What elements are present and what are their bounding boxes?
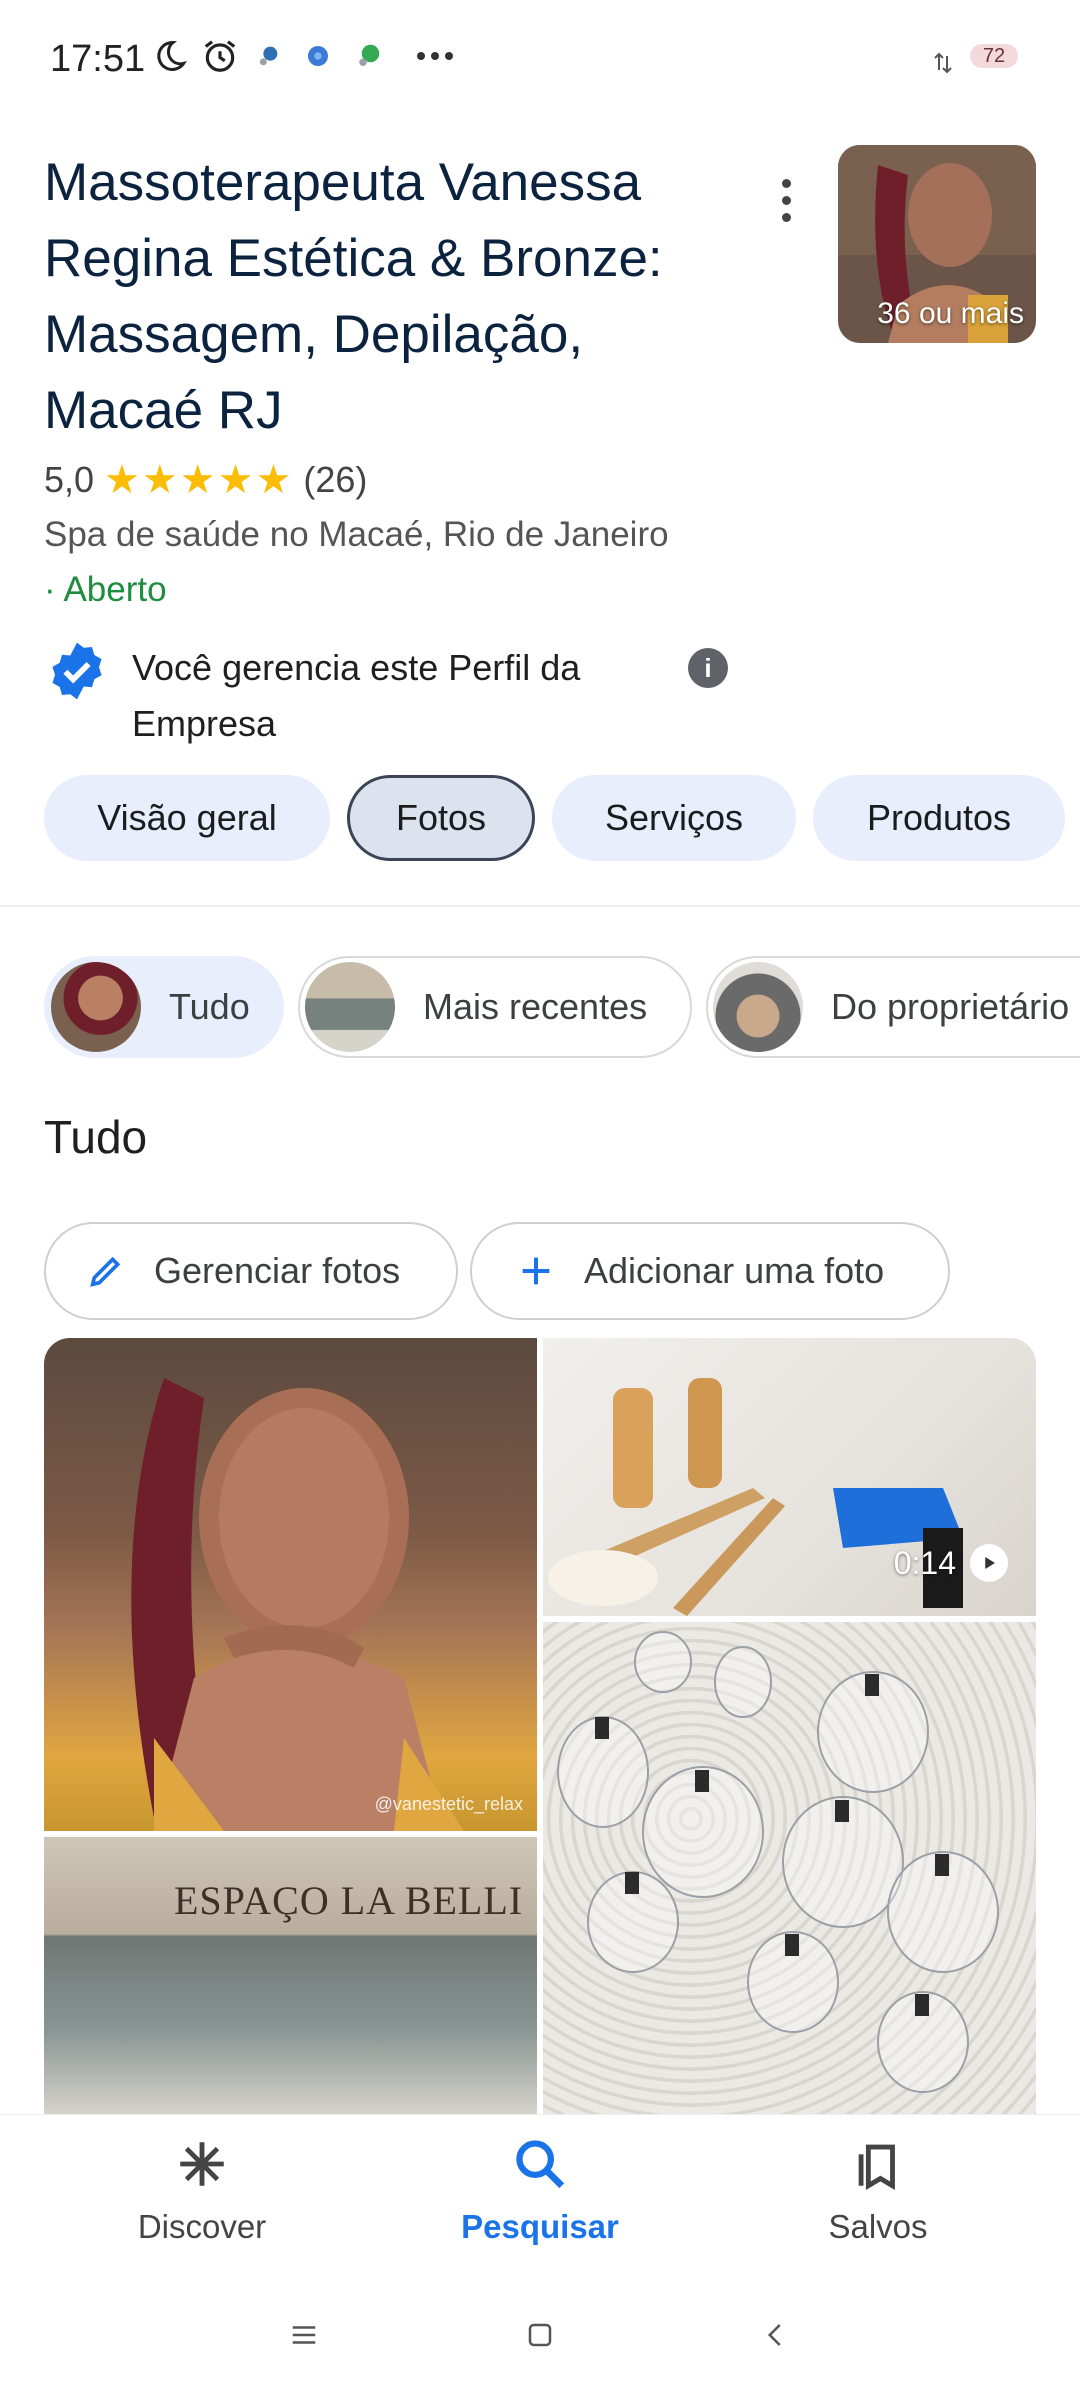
photo-cupping-cups[interactable] [543, 1622, 1036, 2114]
manage-profile-text: Você gerencia este Perfil da Empresa [132, 647, 581, 744]
chip-owner-avatar [713, 962, 803, 1052]
chip-recent-avatar [305, 962, 395, 1052]
add-photo-button[interactable]: Adicionar uma foto [470, 1222, 950, 1320]
storefront-sign: ESPAÇO LA BELLI [174, 1878, 524, 1923]
nav-saved[interactable]: Salvos [778, 2135, 978, 2246]
tab-overview[interactable]: Visão geral [44, 775, 330, 861]
info-icon[interactable]: i [688, 648, 728, 688]
chip-all-label: Tudo [169, 986, 250, 1027]
main-photo-thumbnail[interactable]: 36 ou mais [838, 145, 1036, 343]
tab-products[interactable]: Produtos [813, 775, 1065, 861]
photo-storefront[interactable]: ESPAÇO LA BELLI [44, 1837, 537, 2114]
divider [0, 905, 1080, 907]
rating-stars: ★★★★★ [104, 458, 294, 502]
nav-saved-label: Salvos [828, 2208, 928, 2245]
section-title: Tudo [44, 1111, 148, 1163]
asterisk-icon [173, 2135, 231, 2198]
verified-badge-icon [46, 640, 108, 702]
home-icon[interactable] [510, 2305, 570, 2365]
app-notification-icon [350, 34, 386, 78]
rating-row[interactable]: 5,0 ★★★★★ (26) [44, 455, 367, 505]
open-status: · Aberto [44, 570, 167, 609]
chip-all[interactable]: Tudo [44, 956, 284, 1058]
do-not-disturb-icon [148, 34, 192, 78]
manage-photos-button[interactable]: Gerenciar fotos [44, 1222, 458, 1320]
photo-video-massage-tools[interactable]: 0:14 [543, 1338, 1036, 1616]
plus-icon [506, 1251, 566, 1291]
status-bar: 17:51 72 [0, 0, 1080, 120]
chip-owner-label: Do proprietário [831, 986, 1070, 1027]
data-transfer-icon [930, 48, 956, 78]
bookmarks-icon [849, 2135, 907, 2198]
recent-apps-icon[interactable] [274, 2305, 334, 2365]
manage-photos-label: Gerenciar fotos [154, 1250, 401, 1291]
video-duration: 0:14 [893, 1544, 956, 1581]
business-category: Spa de saúde no Macaé, Rio de Janeiro [44, 515, 669, 554]
back-icon[interactable] [746, 2305, 806, 2365]
battery-indicator: 72 [970, 44, 1018, 68]
search-icon [511, 2135, 569, 2198]
chip-recent[interactable]: Mais recentes [298, 956, 692, 1058]
video-duration-badge: 0:14 [894, 1544, 1008, 1582]
pencil-icon [76, 1251, 136, 1291]
photo-watermark: @vanestetic_relax [374, 1794, 523, 1814]
more-notifications-icon [410, 34, 460, 78]
app-notification-icon [250, 34, 286, 78]
chip-owner[interactable]: Do proprietário [706, 956, 1080, 1058]
review-count: (26) [303, 459, 368, 500]
photo-portrait[interactable]: @vanestetic_relax [44, 1338, 537, 1831]
chip-all-avatar [51, 962, 141, 1052]
nav-discover-label: Discover [137, 2208, 267, 2245]
tab-photos[interactable]: Fotos [347, 775, 535, 861]
rating-value: 5,0 [44, 459, 95, 500]
photo-count-caption: 36 ou mais [877, 297, 1024, 330]
status-time: 17:51 [50, 38, 146, 80]
play-icon [970, 1544, 1008, 1582]
more-options-icon[interactable] [766, 170, 806, 230]
chip-recent-label: Mais recentes [423, 986, 648, 1027]
app-notification-icon [300, 34, 336, 78]
business-title: Massoterapeuta Vanessa Regina Estética &… [44, 153, 663, 440]
nav-search-label: Pesquisar [461, 2208, 619, 2245]
nav-discover[interactable]: Discover [102, 2135, 302, 2246]
alarm-icon [198, 34, 242, 78]
add-photo-label: Adicionar uma foto [584, 1250, 885, 1291]
nav-search[interactable]: Pesquisar [440, 2135, 640, 2246]
tab-services[interactable]: Serviços [552, 775, 796, 861]
